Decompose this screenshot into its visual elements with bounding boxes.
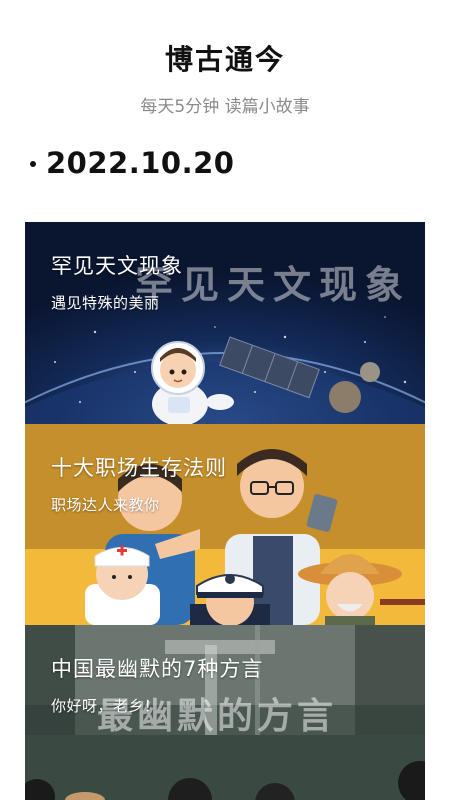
card-title: 十大职场生存法则 bbox=[51, 456, 227, 480]
date-row: 2022.10.20 bbox=[30, 146, 234, 180]
card-text: 中国最幽默的7种方言 你好呀，老乡！ bbox=[51, 653, 263, 716]
card-title: 罕见天文现象 bbox=[51, 254, 183, 278]
card-subtitle: 你好呀，老乡！ bbox=[51, 697, 160, 715]
card-text: 十大职场生存法则 职场达人来教你 bbox=[51, 452, 227, 515]
story-card-workplace[interactable]: 十大职场生存法则 职场达人来教你 bbox=[25, 424, 425, 625]
card-subtitle: 遇见特殊的美丽 bbox=[51, 294, 160, 312]
story-card-astronomy[interactable]: 罕见天文现象 罕见天文现象 遇见特殊的美丽 bbox=[25, 222, 425, 424]
page-header: 博古通今 每天5分钟 读篇小故事 bbox=[0, 0, 450, 117]
card-title: 中国最幽默的7种方言 bbox=[51, 657, 264, 681]
bullet-dot bbox=[30, 161, 36, 167]
date-label: 2022.10.20 bbox=[46, 146, 235, 180]
app-subtitle: 每天5分钟 读篇小故事 bbox=[140, 97, 310, 117]
card-subtitle: 职场达人来教你 bbox=[51, 496, 160, 514]
app-title: 博古通今 bbox=[164, 43, 285, 76]
story-card-dialects[interactable]: 最幽默的方言 中国最幽默的7种方言 你好呀，老乡！ bbox=[25, 625, 425, 800]
card-text: 罕见天文现象 遇见特殊的美丽 bbox=[51, 250, 183, 313]
